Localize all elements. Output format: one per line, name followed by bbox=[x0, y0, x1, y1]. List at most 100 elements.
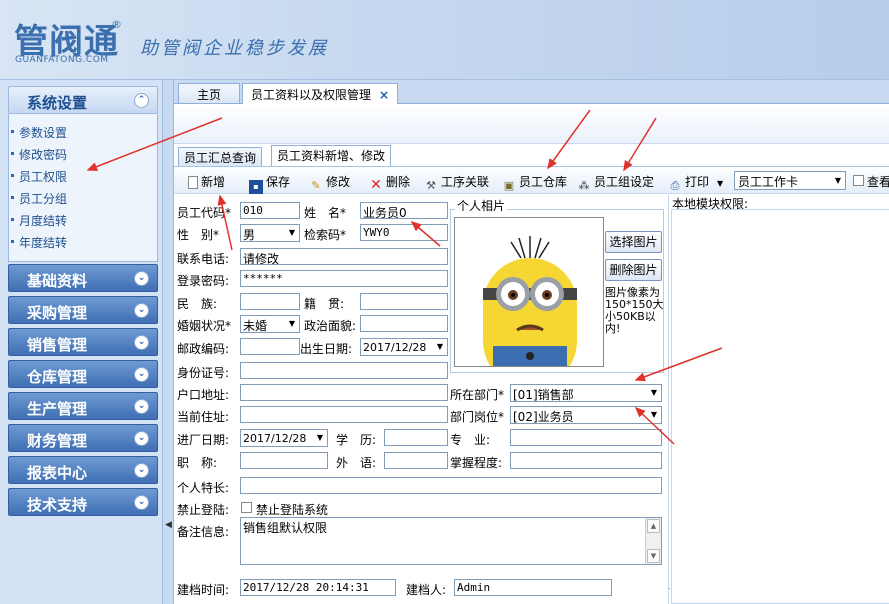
remark-label: 备注信息: bbox=[177, 525, 230, 539]
language-field[interactable] bbox=[384, 452, 448, 469]
chevron-down-icon[interactable]: ⌄ bbox=[134, 271, 149, 286]
tab-home[interactable]: 主页 bbox=[178, 83, 240, 103]
gender-select[interactable]: 男 ▼ bbox=[240, 224, 300, 242]
chevron-up-icon[interactable]: ⌃ bbox=[134, 93, 149, 108]
search-code-field[interactable]: YWY0 bbox=[360, 224, 448, 241]
remark-textarea[interactable]: 销售组默认权限 ▲ ▼ bbox=[240, 517, 662, 565]
education-field[interactable] bbox=[384, 429, 448, 446]
chevron-down-icon[interactable]: ▼ bbox=[285, 225, 299, 241]
group-users-icon: ⁂ bbox=[578, 179, 590, 192]
sidebar-item-params[interactable]: 参数设置 bbox=[10, 124, 67, 141]
delete-button[interactable]: ✕ 删除 bbox=[369, 173, 411, 193]
sidebar-group-purchase[interactable]: 采购管理 ⌄ bbox=[8, 296, 158, 324]
chevron-down-icon[interactable]: ⌄ bbox=[134, 399, 149, 414]
employee-warehouse-button[interactable]: ▣ 员工仓库 bbox=[502, 173, 568, 192]
chevron-down-icon[interactable]: ⌄ bbox=[134, 463, 149, 478]
chevron-down-icon[interactable]: ⌄ bbox=[134, 367, 149, 382]
chevron-down-icon[interactable]: ▼ bbox=[831, 172, 845, 189]
chevron-down-icon[interactable]: ⌄ bbox=[134, 303, 149, 318]
print-dropdown-icon[interactable]: ▼ bbox=[717, 179, 723, 188]
name-label: 姓 名* bbox=[304, 206, 347, 220]
marital-select[interactable]: 未婚 ▼ bbox=[240, 315, 300, 333]
sidebar-item-yearly-close[interactable]: 年度结转 bbox=[10, 234, 67, 251]
postcode-field[interactable] bbox=[240, 338, 300, 355]
print-template-select[interactable]: 员工工作卡 ▼ bbox=[734, 171, 846, 190]
sidebar-group-reports[interactable]: 报表中心 ⌄ bbox=[8, 456, 158, 484]
tab-employee-permissions[interactable]: 员工资料以及权限管理 × bbox=[242, 83, 399, 105]
sidebar-system-items: 参数设置 修改密码 员工权限 员工分组 月度结转 年度结转 bbox=[8, 114, 158, 262]
delete-label: 删除 bbox=[386, 175, 411, 189]
create-time-field[interactable]: 2017/12/28 20:14:31 bbox=[240, 579, 396, 596]
employee-group-setting-button[interactable]: ⁂ 员工组设定 bbox=[577, 173, 655, 192]
specialty-field[interactable] bbox=[240, 477, 662, 494]
name-field[interactable]: 业务员0 bbox=[360, 202, 448, 219]
chevron-down-icon[interactable]: ▼ bbox=[647, 407, 661, 423]
code-field[interactable]: 010 bbox=[240, 202, 300, 219]
chevron-down-icon[interactable]: ⌄ bbox=[134, 431, 149, 446]
print-template-value: 员工工作卡 bbox=[738, 175, 799, 189]
sidebar-group-basic[interactable]: 基础资料 ⌄ bbox=[8, 264, 158, 292]
sidebar-group-sales[interactable]: 销售管理 ⌄ bbox=[8, 328, 158, 356]
sidebar-group-system[interactable]: 系统设置 ⌃ bbox=[8, 86, 158, 114]
scroll-down-icon[interactable]: ▼ bbox=[647, 549, 660, 563]
creator-field[interactable]: Admin bbox=[454, 579, 612, 596]
password-field[interactable]: ****** bbox=[240, 270, 448, 287]
scroll-up-icon[interactable]: ▲ bbox=[647, 519, 660, 533]
view-checkbox[interactable] bbox=[853, 175, 864, 186]
join-date-picker[interactable]: 2017/12/28 ▼ bbox=[240, 429, 328, 447]
gender-value: 男 bbox=[243, 228, 256, 242]
edit-button[interactable]: ✎ 修改 bbox=[309, 173, 350, 192]
select-photo-button[interactable]: 选择图片 bbox=[605, 231, 662, 253]
delete-photo-button[interactable]: 删除图片 bbox=[605, 259, 662, 281]
sidebar-item-monthly-close[interactable]: 月度结转 bbox=[10, 212, 67, 229]
remark-scrollbar[interactable]: ▲ ▼ bbox=[645, 518, 661, 564]
join-date-value: 2017/12/28 bbox=[243, 432, 307, 445]
political-field[interactable] bbox=[360, 315, 448, 332]
forbid-login-label: 禁止登陆: bbox=[177, 503, 230, 517]
native-field[interactable] bbox=[360, 293, 448, 310]
mastery-field[interactable] bbox=[510, 452, 662, 469]
sidebar-splitter[interactable]: ◀ bbox=[163, 80, 174, 604]
address-field[interactable] bbox=[240, 406, 448, 423]
forbid-login-checkbox[interactable] bbox=[241, 502, 252, 513]
sidebar-group-production[interactable]: 生产管理 ⌄ bbox=[8, 392, 158, 420]
title-field[interactable] bbox=[240, 452, 328, 469]
dept-select[interactable]: [01]销售部 ▼ bbox=[510, 384, 662, 402]
birth-date-picker[interactable]: 2017/12/28 ▼ bbox=[360, 338, 448, 356]
chevron-down-icon[interactable]: ▼ bbox=[285, 316, 299, 332]
collapse-left-icon[interactable]: ◀ bbox=[165, 520, 172, 530]
sidebar-group-warehouse[interactable]: 仓库管理 ⌄ bbox=[8, 360, 158, 388]
chevron-down-icon[interactable]: ⌄ bbox=[134, 495, 149, 510]
major-field[interactable] bbox=[510, 429, 662, 446]
delete-x-icon: ✕ bbox=[370, 177, 382, 193]
phone-field[interactable]: 请修改 bbox=[240, 248, 448, 265]
process-link-button[interactable]: ⚒ 工序关联 bbox=[424, 173, 489, 192]
political-label: 政治面貌: bbox=[304, 319, 357, 333]
hukou-field[interactable] bbox=[240, 384, 448, 401]
sidebar-group-title: 财务管理 bbox=[27, 432, 88, 450]
sidebar-item-permissions[interactable]: 员工权限 bbox=[10, 168, 67, 185]
chevron-down-icon[interactable]: ▼ bbox=[647, 385, 661, 401]
print-button[interactable]: ⎙ 打印 ▼ bbox=[668, 173, 724, 192]
save-button[interactable]: ▪ 保存 bbox=[249, 173, 290, 194]
new-label: 新增 bbox=[201, 175, 226, 189]
tab-employee-edit[interactable]: 员工资料新增、修改 bbox=[271, 145, 392, 166]
post-select[interactable]: [02]业务员 ▼ bbox=[510, 406, 662, 424]
birth-label: 出生日期: bbox=[300, 342, 353, 356]
sidebar-item-password[interactable]: 修改密码 bbox=[10, 146, 67, 163]
id-card-field[interactable] bbox=[240, 362, 448, 379]
nation-field[interactable] bbox=[240, 293, 300, 310]
sidebar-group-finance[interactable]: 财务管理 ⌄ bbox=[8, 424, 158, 452]
new-button[interactable]: 新增 bbox=[188, 173, 225, 191]
close-icon[interactable]: × bbox=[379, 88, 389, 102]
sidebar-group-support[interactable]: 技术支持 ⌄ bbox=[8, 488, 158, 516]
module-permissions-list[interactable] bbox=[671, 209, 889, 604]
postcode-label: 邮政编码: bbox=[177, 342, 230, 356]
chevron-down-icon[interactable]: ▼ bbox=[313, 430, 327, 446]
tab-employee-summary[interactable]: 员工汇总查询 bbox=[178, 147, 263, 166]
chevron-down-icon[interactable]: ⌄ bbox=[134, 335, 149, 350]
chevron-down-icon[interactable]: ▼ bbox=[433, 339, 447, 355]
sidebar-item-groups[interactable]: 员工分组 bbox=[10, 190, 67, 207]
warehouse-label: 员工仓库 bbox=[519, 175, 568, 189]
major-label: 专 业: bbox=[450, 433, 491, 447]
